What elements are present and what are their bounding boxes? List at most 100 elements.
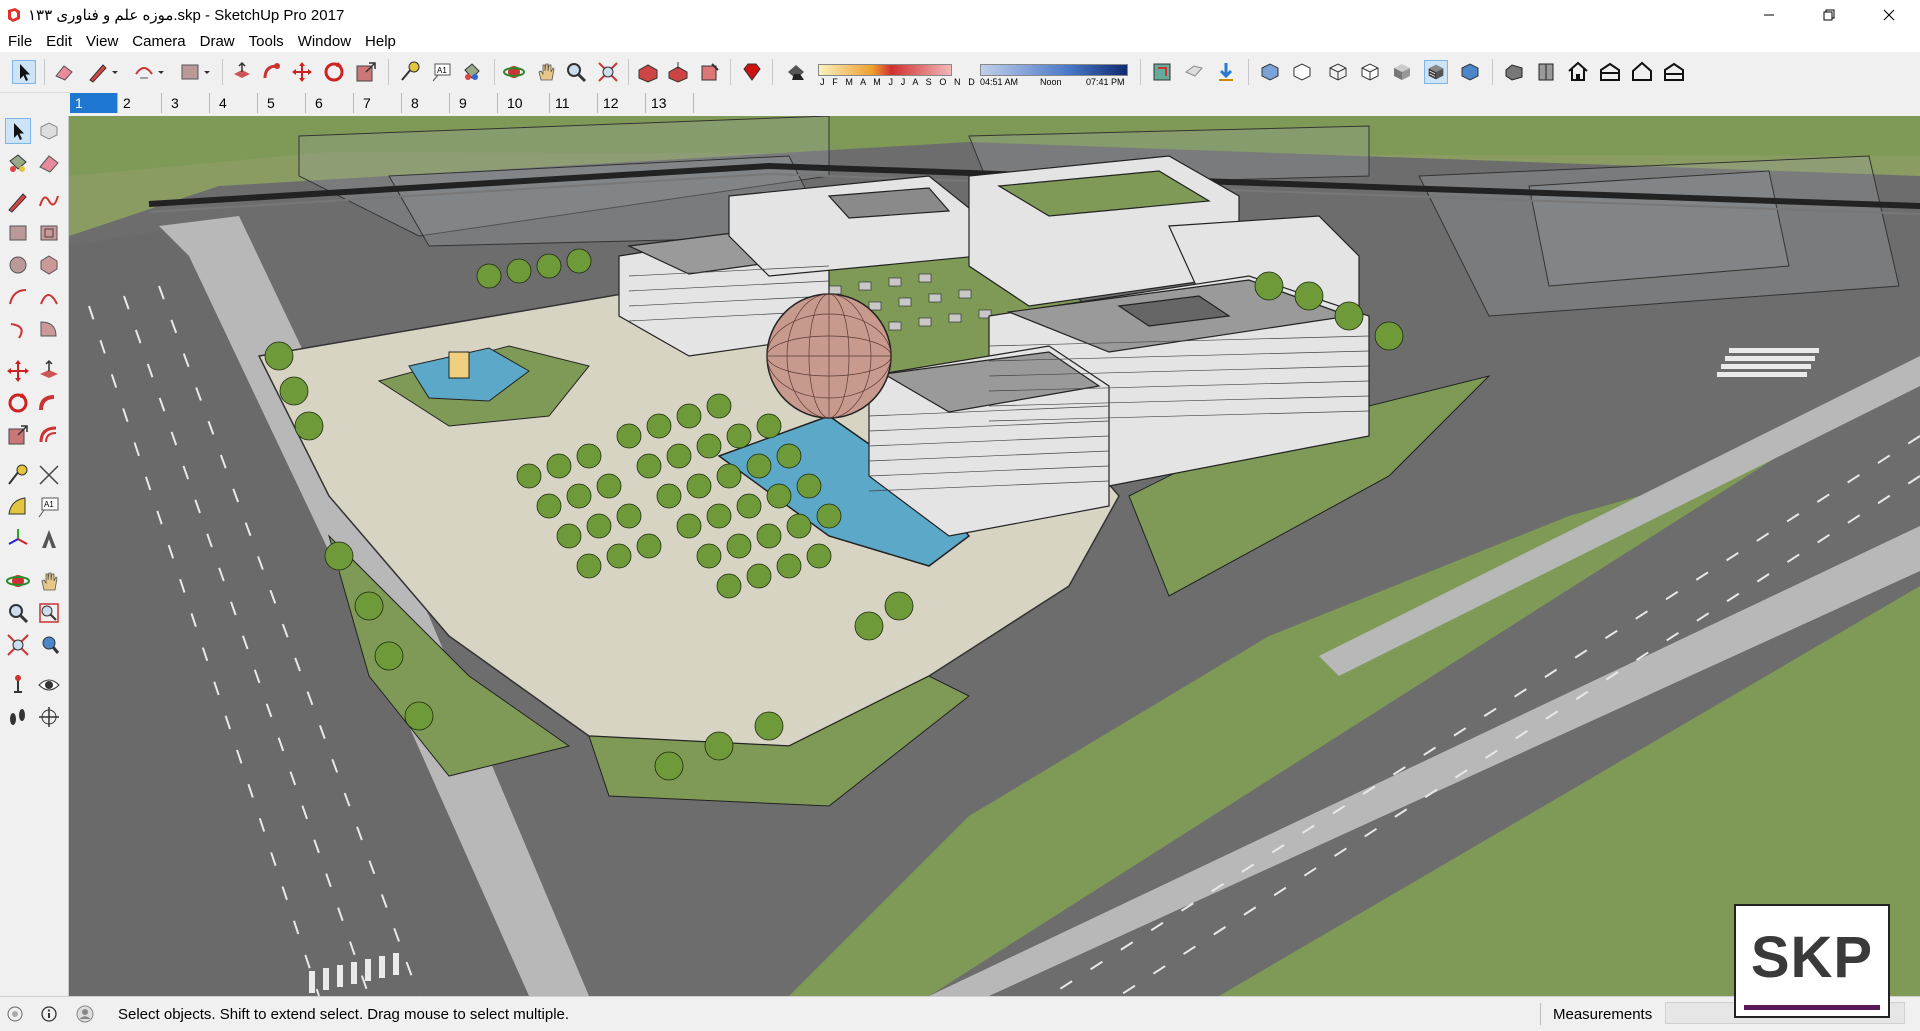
orbit-tool-button[interactable] bbox=[502, 60, 526, 84]
lt-pie-button[interactable] bbox=[36, 316, 62, 342]
restore-button[interactable] bbox=[1806, 0, 1852, 30]
lt-offset-button[interactable] bbox=[36, 422, 62, 448]
lt-circle-button[interactable] bbox=[5, 252, 31, 278]
scene-tab-6[interactable]: 6 bbox=[310, 93, 354, 113]
scale-tool-button[interactable] bbox=[354, 60, 378, 84]
view-top-button[interactable] bbox=[1534, 60, 1558, 84]
lt-rectangle-button[interactable] bbox=[5, 220, 31, 246]
eraser-tool-button[interactable] bbox=[52, 60, 76, 84]
view-back-button[interactable] bbox=[1630, 60, 1654, 84]
lt-polygon-button[interactable] bbox=[36, 252, 62, 278]
menu-camera[interactable]: Camera bbox=[125, 30, 192, 52]
lt-scale-button[interactable] bbox=[5, 422, 31, 448]
style-hidden-line-button[interactable] bbox=[1358, 60, 1382, 84]
minimize-button[interactable] bbox=[1746, 0, 1792, 30]
select-tool-button[interactable] bbox=[12, 60, 36, 84]
scene-tab-3[interactable]: 3 bbox=[166, 93, 210, 113]
scene-tab-5[interactable]: 5 bbox=[262, 93, 306, 113]
lt-zoom-button[interactable] bbox=[5, 600, 31, 626]
style-shaded-textures-button[interactable] bbox=[1424, 60, 1448, 84]
scene-tab-12[interactable]: 12 bbox=[598, 93, 646, 113]
shadows-toggle-button[interactable] bbox=[784, 60, 808, 84]
lt-arc-button[interactable] bbox=[5, 284, 31, 310]
scene-tab-11[interactable]: 11 bbox=[550, 93, 598, 113]
lt-look-around-button[interactable] bbox=[36, 672, 62, 698]
shape-tool-button[interactable] bbox=[178, 60, 202, 84]
geolocation-icon[interactable] bbox=[6, 1005, 24, 1023]
lt-text-button[interactable]: A1 bbox=[36, 494, 62, 520]
menu-view[interactable]: View bbox=[79, 30, 125, 52]
user-account-icon[interactable] bbox=[76, 1005, 94, 1023]
credits-info-icon[interactable] bbox=[40, 1005, 58, 1023]
lt-paint-button[interactable] bbox=[5, 150, 31, 176]
arc-tool-button[interactable] bbox=[132, 60, 156, 84]
time-slider[interactable] bbox=[980, 64, 1128, 76]
lt-zoom-extents-button[interactable] bbox=[5, 632, 31, 658]
lt-select-button[interactable] bbox=[5, 118, 31, 144]
display-section-planes-button[interactable] bbox=[1182, 60, 1206, 84]
rotate-tool-button[interactable] bbox=[322, 60, 346, 84]
close-button[interactable] bbox=[1866, 0, 1912, 30]
section-plane-button[interactable] bbox=[1150, 60, 1174, 84]
scene-tab-4[interactable]: 4 bbox=[214, 93, 258, 113]
menu-window[interactable]: Window bbox=[291, 30, 358, 52]
lt-3pt-arc-button[interactable] bbox=[5, 316, 31, 342]
lt-line-button[interactable] bbox=[5, 188, 31, 214]
lt-zoom-window-button[interactable] bbox=[36, 600, 62, 626]
lt-orbit-button[interactable] bbox=[5, 568, 31, 594]
scene-tab-13[interactable]: 13 bbox=[646, 93, 694, 113]
lt-tape-measure-button[interactable] bbox=[5, 462, 31, 488]
scene-tab-10[interactable]: 10 bbox=[502, 93, 550, 113]
date-slider[interactable] bbox=[818, 64, 952, 76]
menu-draw[interactable]: Draw bbox=[193, 30, 242, 52]
lt-follow-me-button[interactable] bbox=[36, 390, 62, 416]
share-model-button[interactable] bbox=[666, 60, 690, 84]
lt-position-camera-button[interactable] bbox=[5, 672, 31, 698]
scene-tab-2[interactable]: 2 bbox=[118, 93, 162, 113]
paint-bucket-button[interactable] bbox=[460, 60, 484, 84]
lt-2pt-arc-button[interactable] bbox=[36, 284, 62, 310]
view-left-button[interactable] bbox=[1662, 60, 1686, 84]
menu-edit[interactable]: Edit bbox=[39, 30, 79, 52]
drawing-viewport[interactable] bbox=[69, 116, 1920, 996]
view-right-button[interactable] bbox=[1598, 60, 1622, 84]
menu-tools[interactable]: Tools bbox=[242, 30, 291, 52]
scene-tab-9[interactable]: 9 bbox=[454, 93, 498, 113]
style-xray-button[interactable] bbox=[1258, 60, 1282, 84]
scene-tab-1[interactable]: 1 bbox=[70, 93, 118, 113]
arc-dropdown-button[interactable] bbox=[156, 60, 180, 84]
lt-previous-view-button[interactable] bbox=[36, 632, 62, 658]
lt-3d-text-button[interactable] bbox=[36, 526, 62, 552]
scene-tab-8[interactable]: 8 bbox=[406, 93, 450, 113]
lt-dimension-button[interactable] bbox=[36, 462, 62, 488]
display-section-cuts-button[interactable] bbox=[1214, 60, 1238, 84]
follow-me-button[interactable] bbox=[260, 60, 284, 84]
view-iso-button[interactable] bbox=[1502, 60, 1526, 84]
lt-move-button[interactable] bbox=[5, 358, 31, 384]
lt-rotated-rectangle-button[interactable] bbox=[36, 220, 62, 246]
extension-warehouse-button[interactable] bbox=[740, 60, 764, 84]
lt-walk-button[interactable] bbox=[5, 704, 31, 730]
lt-pan-button[interactable] bbox=[36, 568, 62, 594]
move-tool-button[interactable] bbox=[290, 60, 314, 84]
style-shaded-button[interactable] bbox=[1390, 60, 1414, 84]
pan-tool-button[interactable] bbox=[534, 60, 558, 84]
style-wireframe-button[interactable] bbox=[1326, 60, 1350, 84]
style-back-edges-button[interactable] bbox=[1290, 60, 1314, 84]
lt-eraser-button[interactable] bbox=[36, 150, 62, 176]
text-tool-button[interactable]: A1 bbox=[430, 60, 454, 84]
style-monochrome-button[interactable] bbox=[1458, 60, 1482, 84]
lt-axes-button[interactable] bbox=[5, 526, 31, 552]
share-component-button[interactable] bbox=[698, 60, 722, 84]
lt-push-pull-button[interactable] bbox=[36, 358, 62, 384]
menu-help[interactable]: Help bbox=[358, 30, 403, 52]
zoom-tool-button[interactable] bbox=[564, 60, 588, 84]
lt-rotate-button[interactable] bbox=[5, 390, 31, 416]
lt-section-plane-button[interactable] bbox=[36, 704, 62, 730]
lt-freehand-button[interactable] bbox=[36, 188, 62, 214]
warehouse-button[interactable] bbox=[636, 60, 660, 84]
tape-measure-button[interactable] bbox=[398, 60, 422, 84]
line-dropdown-button[interactable] bbox=[110, 60, 134, 84]
zoom-extents-button[interactable] bbox=[596, 60, 620, 84]
push-pull-button[interactable] bbox=[230, 60, 254, 84]
